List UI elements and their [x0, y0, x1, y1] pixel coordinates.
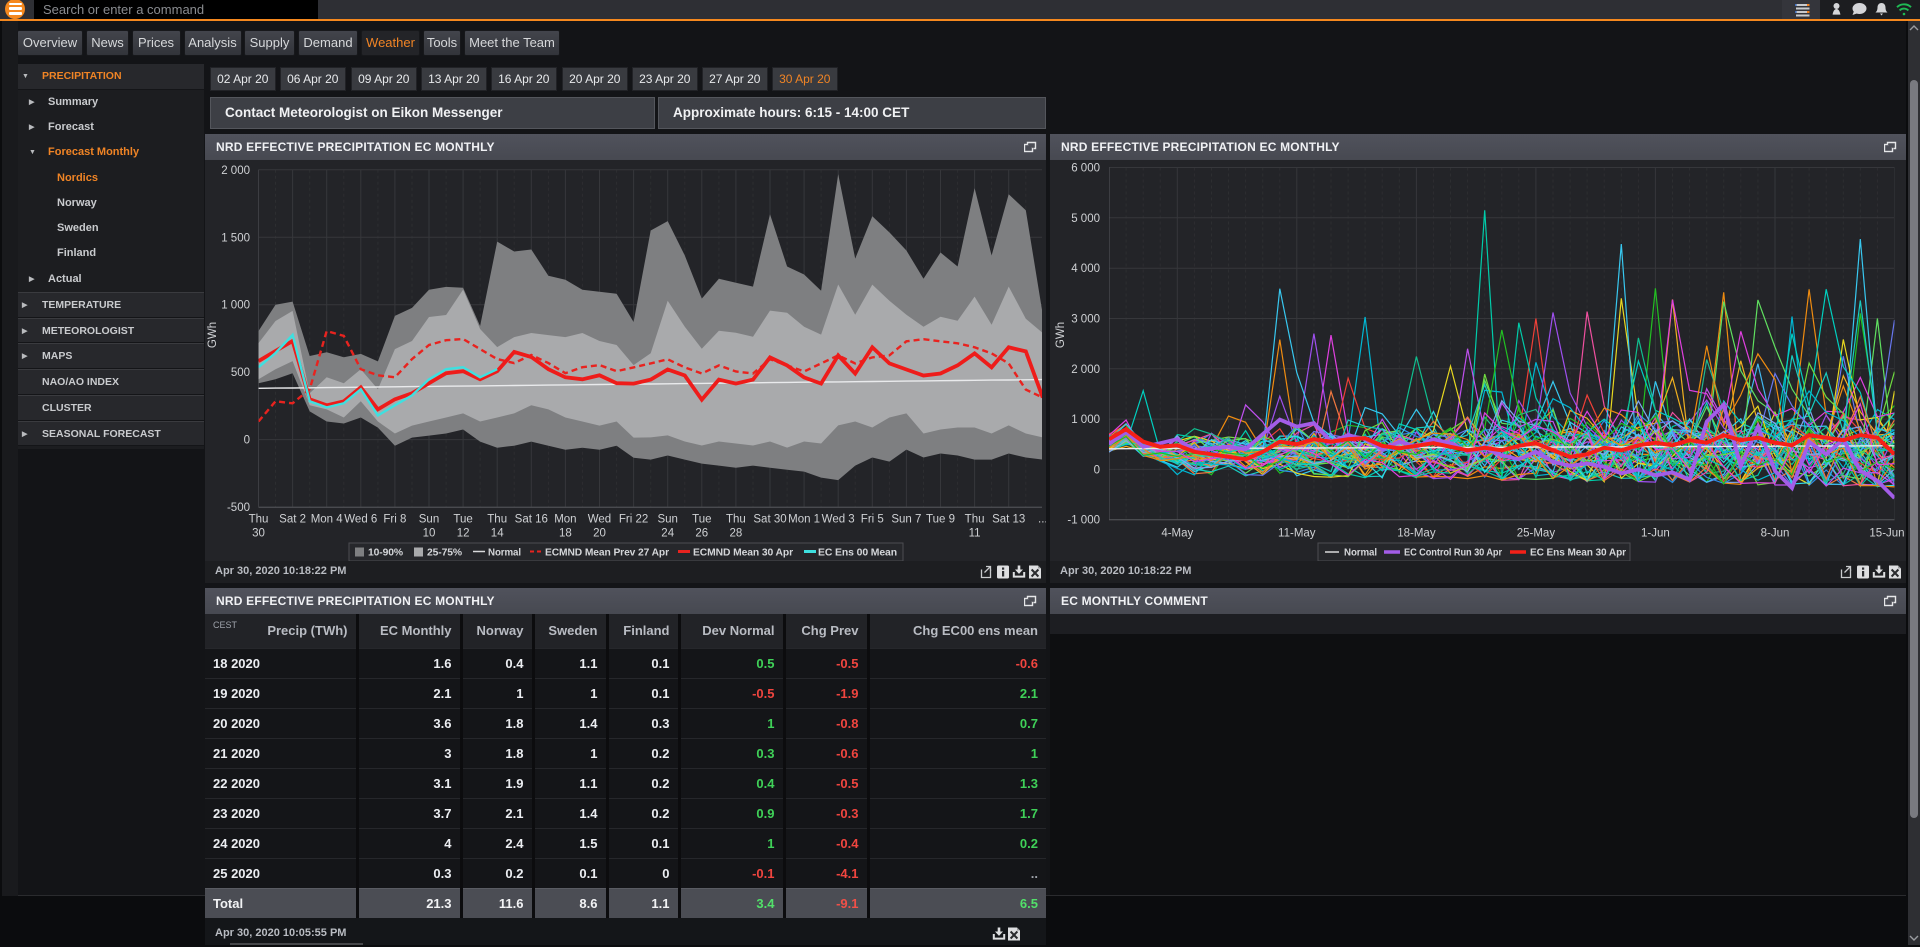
svg-text:Tue: Tue — [453, 514, 472, 526]
svg-text:GWh: GWh — [207, 322, 219, 348]
svg-text:10: 10 — [423, 528, 436, 540]
svg-text:Sun: Sun — [657, 514, 677, 526]
svg-text:Thu: Thu — [487, 514, 507, 526]
svg-text:Fri 8: Fri 8 — [383, 514, 406, 526]
svg-text:Normal: Normal — [1344, 547, 1377, 559]
svg-text:Sat 13: Sat 13 — [992, 514, 1025, 526]
svg-text:1 000: 1 000 — [221, 300, 250, 312]
svg-text:Tue: Tue — [692, 514, 711, 526]
svg-text:500: 500 — [231, 367, 250, 379]
svg-text:25-May: 25-May — [1517, 528, 1556, 540]
svg-text:1-Jun: 1-Jun — [1641, 528, 1670, 540]
svg-text:ECMND Mean Prev 27 Apr: ECMND Mean Prev 27 Apr — [545, 547, 669, 559]
svg-text:EC Ens 00 Mean: EC Ens 00 Mean — [818, 547, 897, 559]
svg-text:15-Jun: 15-Jun — [1869, 528, 1904, 540]
svg-text:3 000: 3 000 — [1071, 314, 1100, 326]
svg-text:0: 0 — [244, 435, 250, 447]
svg-text:Sat 30: Sat 30 — [753, 514, 786, 526]
svg-text:Sat 2: Sat 2 — [279, 514, 306, 526]
svg-text:Thu: Thu — [249, 514, 269, 526]
svg-text:1 000: 1 000 — [1071, 414, 1100, 426]
svg-text:8-Jun: 8-Jun — [1761, 528, 1790, 540]
svg-text:11: 11 — [969, 528, 981, 540]
svg-text:EC Control Run 30 Apr: EC Control Run 30 Apr — [1404, 547, 1502, 559]
svg-text:25-75%: 25-75% — [427, 547, 463, 559]
svg-text:14: 14 — [491, 528, 504, 540]
svg-text:Thu: Thu — [965, 514, 985, 526]
svg-text:24: 24 — [661, 528, 674, 540]
svg-text:-500: -500 — [227, 502, 250, 514]
svg-text:10-90%: 10-90% — [368, 547, 404, 559]
svg-text:Normal: Normal — [488, 547, 521, 559]
svg-text:Mon 4: Mon 4 — [311, 514, 344, 526]
svg-text:Tue 9: Tue 9 — [926, 514, 955, 526]
svg-text:20: 20 — [593, 528, 606, 540]
svg-text:Wed 3: Wed 3 — [822, 514, 855, 526]
svg-text:Wed: Wed — [588, 514, 611, 526]
svg-text:11-May: 11-May — [1278, 528, 1316, 540]
svg-text:18-May: 18-May — [1397, 528, 1436, 540]
svg-text:26: 26 — [695, 528, 708, 540]
svg-text:Sat 16: Sat 16 — [515, 514, 548, 526]
svg-text:30: 30 — [252, 528, 265, 540]
svg-text:6 000: 6 000 — [1071, 163, 1100, 175]
svg-text:Fri 22: Fri 22 — [619, 514, 648, 526]
svg-text:-1 000: -1 000 — [1067, 515, 1100, 527]
svg-text:Wed 6: Wed 6 — [344, 514, 377, 526]
svg-text:4-May: 4-May — [1161, 528, 1193, 540]
svg-text:5 000: 5 000 — [1071, 213, 1100, 225]
svg-text:2 000: 2 000 — [1071, 364, 1100, 376]
svg-text:1 500: 1 500 — [221, 232, 250, 244]
svg-text:Sun: Sun — [419, 514, 439, 526]
svg-text:18: 18 — [559, 528, 572, 540]
svg-text:GWh: GWh — [1055, 322, 1067, 348]
svg-text:2 000: 2 000 — [221, 165, 250, 177]
svg-text:ECMND Mean 30 Apr: ECMND Mean 30 Apr — [693, 547, 793, 559]
svg-text:Sun 7: Sun 7 — [891, 514, 921, 526]
svg-text:0: 0 — [1094, 464, 1100, 476]
svg-text:Mon 1: Mon 1 — [788, 514, 820, 526]
svg-text:EC Ens Mean 30 Apr: EC Ens Mean 30 Apr — [1530, 547, 1626, 559]
svg-text:Mon: Mon — [554, 514, 576, 526]
svg-text:Fri 5: Fri 5 — [861, 514, 884, 526]
svg-text:Thu: Thu — [726, 514, 746, 526]
svg-text:28: 28 — [730, 528, 743, 540]
svg-text:...: ... — [1038, 514, 1046, 526]
svg-text:12: 12 — [457, 528, 470, 540]
svg-text:4 000: 4 000 — [1071, 263, 1100, 275]
